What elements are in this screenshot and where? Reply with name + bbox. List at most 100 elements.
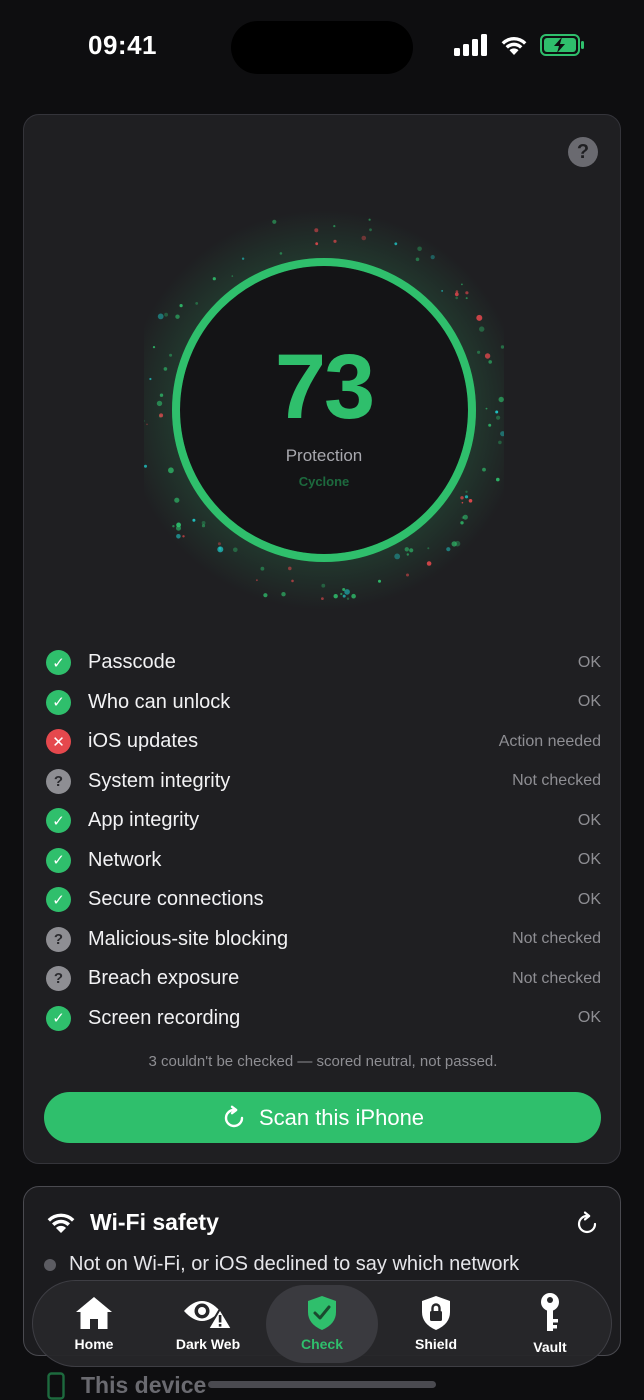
gauge-particle [201,524,206,528]
check-status-icon: ✕ [46,729,71,755]
gauge-particle [394,553,401,560]
gauge-particle [321,597,324,600]
gauge-particle [241,257,245,260]
gauge-particle [417,246,422,252]
check-status: OK [577,851,601,869]
gauge-particle [176,525,181,531]
tab-bar: Home Dark Web Check Shield Vault [32,1280,612,1367]
footnote: 3 couldn't be checked — scored neutral, … [148,1053,498,1070]
check-label: Passcode [88,651,176,674]
dynamic-island [231,21,413,74]
gauge-particle [406,573,409,577]
gauge-particle [361,235,367,241]
gauge-particle [409,548,414,553]
gauge-particle [351,593,356,599]
gauge-particle [479,326,485,332]
score-label: Protection [285,446,363,465]
gauge-particle [461,283,463,286]
gauge-particle [175,314,180,319]
check-status: OK [577,811,601,829]
check-status-icon: ✓ [46,1005,71,1031]
gauge-particle [192,518,196,522]
check-status: Not checked [512,930,601,948]
gauge-particle [333,225,336,228]
gauge-particle [263,593,268,598]
key-icon [541,1293,559,1331]
gauge-particle [288,566,292,571]
gauge-particle [465,291,469,295]
gauge-particle [468,499,473,503]
gauge-particle [172,525,175,528]
check-status-icon: ? [46,768,71,794]
tab-label: Shield [414,1336,457,1352]
gauge-particle [174,497,180,503]
check-status-icon: ✓ [46,808,71,834]
gauge-particle [315,242,319,246]
status-icons [454,34,586,56]
gauge-particle [279,252,283,255]
check-row[interactable]: ✓ App integrity OK [46,801,601,841]
check-row[interactable]: ✓ Secure connections OK [46,880,601,920]
gauge-particle [157,313,164,320]
gauge-particle [260,566,265,571]
gauge-particle [272,219,277,224]
check-status-icon: ✓ [46,689,71,715]
wifi-card-header: Wi-Fi safety [46,1209,219,1236]
gauge-particle [369,228,372,232]
check-row[interactable]: ✓ Screen recording OK [46,999,601,1039]
gauge-particle [368,218,371,221]
gauge-particle [451,541,457,547]
check-status: OK [577,653,601,671]
refresh-icon [224,1105,244,1127]
tab-check[interactable]: Check [266,1284,378,1363]
gauge-particle [231,275,234,277]
tab-vault[interactable]: Vault [494,1285,606,1363]
check-label: iOS updates [88,730,199,753]
gauge-particle [430,255,435,260]
scan-button-label: Scan this iPhone [258,1104,425,1130]
check-label: Who can unlock [88,690,231,713]
battery-charging-icon [540,34,584,56]
gauge-particle [333,594,338,599]
tab-shield[interactable]: Shield [380,1285,492,1363]
check-status: Action needed [498,732,601,750]
gauge-particle [476,314,483,321]
tab-label: Vault [533,1339,567,1355]
question-icon: ? [576,140,590,163]
gauge-particle [168,467,174,474]
score-value: 73 [274,336,375,438]
check-label: App integrity [88,809,200,832]
check-row[interactable]: ✓ Passcode OK [46,643,601,683]
refresh-icon[interactable] [574,1209,600,1237]
protection-gauge: 73 Protection Cyclone [144,195,504,625]
check-row[interactable]: ? Breach exposure Not checked [46,959,601,999]
check-row[interactable]: ? Malicious-site blocking Not checked [46,920,601,960]
check-row[interactable]: ? System integrity Not checked [46,762,601,802]
shield-check-icon [308,1296,336,1330]
gauge-particle [461,501,464,504]
help-button[interactable]: ? [568,137,598,167]
check-row[interactable]: ✓ Network OK [46,841,601,881]
gauge-particle [464,495,469,499]
gauge-particle [427,547,430,550]
status-dot [44,1258,56,1271]
tab-label: Home [74,1336,114,1352]
check-status-icon: ✓ [46,847,71,873]
tab-dark-web[interactable]: Dark Web [152,1285,264,1363]
shield-lock-icon [422,1296,450,1330]
gauge-particle [498,440,502,445]
scan-button[interactable]: Scan this iPhone [44,1092,601,1143]
check-row[interactable]: ✕ iOS updates Action needed [46,722,601,762]
gauge-particle [182,535,185,538]
gauge-particle [333,239,337,243]
check-status-icon: ✓ [46,650,71,676]
check-label: System integrity [88,769,231,792]
phone-icon [47,1372,65,1400]
gauge-particle [455,296,459,300]
check-label: Breach exposure [88,967,240,990]
check-row[interactable]: ✓ Who can unlock OK [46,683,601,723]
tab-home[interactable]: Home [38,1285,150,1363]
gauge-particle [233,547,238,553]
status-time: 09:41 [88,30,157,60]
house-icon [76,1297,112,1329]
